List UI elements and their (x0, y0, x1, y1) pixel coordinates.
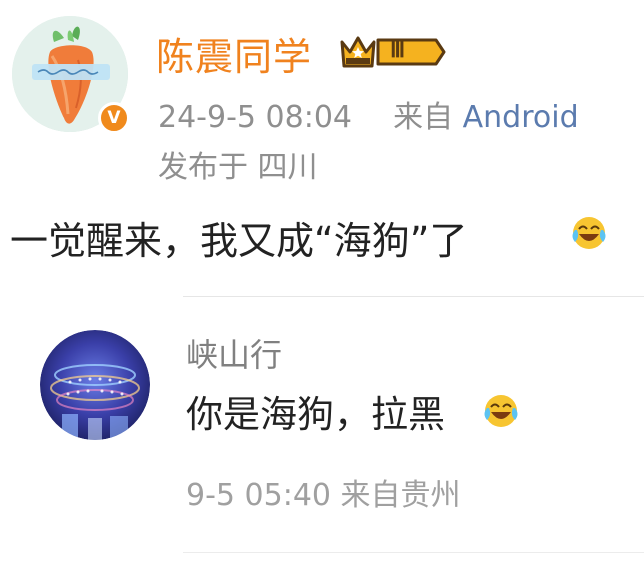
laughing-crying-emoji-icon (482, 392, 520, 430)
post-text: 一觉醒来，我又成“海狗”了 (10, 219, 468, 263)
tower-night-icon (40, 330, 150, 440)
member-level-badge[interactable]: Ⅲ (338, 32, 448, 72)
post-meta: 24-9-5 08:04 来自 Android (158, 92, 579, 136)
reply-author-name[interactable]: 峡山行 (186, 330, 282, 376)
post-location: 发布于 四川 (158, 150, 318, 185)
weibo-post: V 陈震同学 Ⅲ 24-9-5 08:04 来自 Android 发布于 四川 … (0, 0, 644, 564)
post-timestamp: 24-9-5 08:04 (158, 100, 352, 135)
author-name[interactable]: 陈震同学 (156, 26, 312, 81)
post-source-prefix: 来自 (393, 100, 454, 135)
reply-meta: 9-5 05:40 来自贵州 (186, 478, 461, 513)
laughing-crying-emoji-icon (570, 214, 608, 252)
member-level-text: Ⅲ (390, 37, 406, 62)
verified-badge: V (98, 102, 130, 134)
post-source-link[interactable]: Android (463, 100, 579, 135)
bottom-divider (183, 552, 644, 553)
reply-author-avatar[interactable] (40, 330, 150, 440)
reply-divider (183, 296, 644, 297)
reply-text: 你是海狗，拉黑 (186, 393, 445, 436)
author-avatar[interactable]: V (12, 16, 130, 134)
